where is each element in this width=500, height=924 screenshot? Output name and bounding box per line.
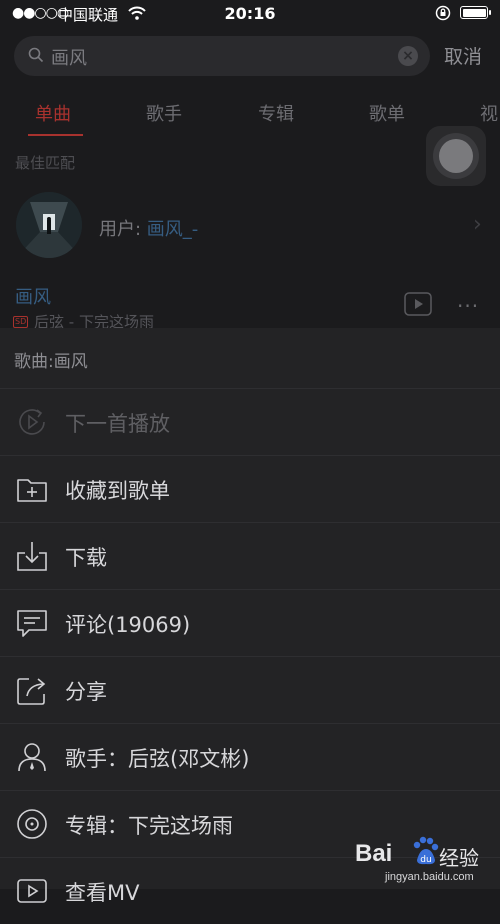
- best-match-user[interactable]: 用户: 画风_-: [99, 215, 198, 241]
- avatar[interactable]: [16, 192, 82, 258]
- menu-item-download[interactable]: 下载: [0, 523, 500, 589]
- menu-item-share[interactable]: 分享: [0, 657, 500, 723]
- more-options-icon[interactable]: ···: [457, 294, 479, 318]
- svg-text:du: du: [420, 855, 431, 865]
- rotation-lock-icon: [435, 5, 451, 25]
- search-icon: [28, 47, 44, 67]
- baidu-paw-icon: du: [411, 836, 439, 872]
- chevron-right-icon: ›: [473, 212, 482, 237]
- menu-item-singer[interactable]: 歌手：后弦(邓文彬): [0, 724, 500, 790]
- song-title[interactable]: 画风: [15, 283, 51, 309]
- singer-icon: [15, 740, 49, 774]
- tab-songs[interactable]: 单曲: [35, 100, 71, 126]
- song-action-sheet: 歌曲:画风 下一首播放 收藏到歌单 下载 评论(19069) 分享 歌手：后弦(…: [0, 328, 500, 905]
- battery-icon: [460, 6, 491, 19]
- cancel-button[interactable]: 取消: [444, 42, 482, 69]
- download-icon: [15, 539, 49, 573]
- mv-icon: [15, 874, 49, 908]
- watermark-url: jingyan.baidu.com: [385, 871, 474, 883]
- tab-videos[interactable]: 视: [480, 100, 498, 126]
- add-folder-icon: [15, 472, 49, 506]
- assistive-touch-button[interactable]: [426, 126, 486, 186]
- status-bar: ●●○○○ 中国联通 20:16: [0, 0, 500, 28]
- clear-search-icon[interactable]: ×: [398, 46, 418, 66]
- baidu-jingyan-watermark: Bai du 经验 jingyan.baidu.com: [355, 836, 500, 889]
- clock: 20:16: [224, 4, 276, 23]
- menu-item-play-next[interactable]: 下一首播放: [0, 389, 500, 455]
- sheet-title: 歌曲:画风: [14, 352, 88, 372]
- album-icon: [15, 807, 49, 841]
- watermark-brand-left: Bai: [355, 840, 393, 867]
- active-tab-indicator: [28, 134, 83, 136]
- user-name-link: 画风_-: [146, 219, 199, 240]
- play-mv-icon[interactable]: [404, 292, 432, 320]
- comment-icon: [15, 606, 49, 640]
- sd-quality-badge: SD: [13, 316, 29, 328]
- search-query: 画风: [51, 48, 87, 69]
- share-icon: [15, 673, 49, 707]
- best-match-label: 最佳匹配: [15, 154, 76, 172]
- menu-item-add-to-playlist[interactable]: 收藏到歌单: [0, 456, 500, 522]
- tab-playlists[interactable]: 歌单: [369, 100, 405, 126]
- play-next-icon: [15, 405, 49, 439]
- watermark-brand-right: 经验: [439, 846, 479, 870]
- search-input[interactable]: 画风 ×: [14, 36, 430, 76]
- tab-singers[interactable]: 歌手: [146, 100, 182, 126]
- menu-item-comments[interactable]: 评论(19069): [0, 590, 500, 656]
- tab-albums[interactable]: 专辑: [258, 100, 294, 126]
